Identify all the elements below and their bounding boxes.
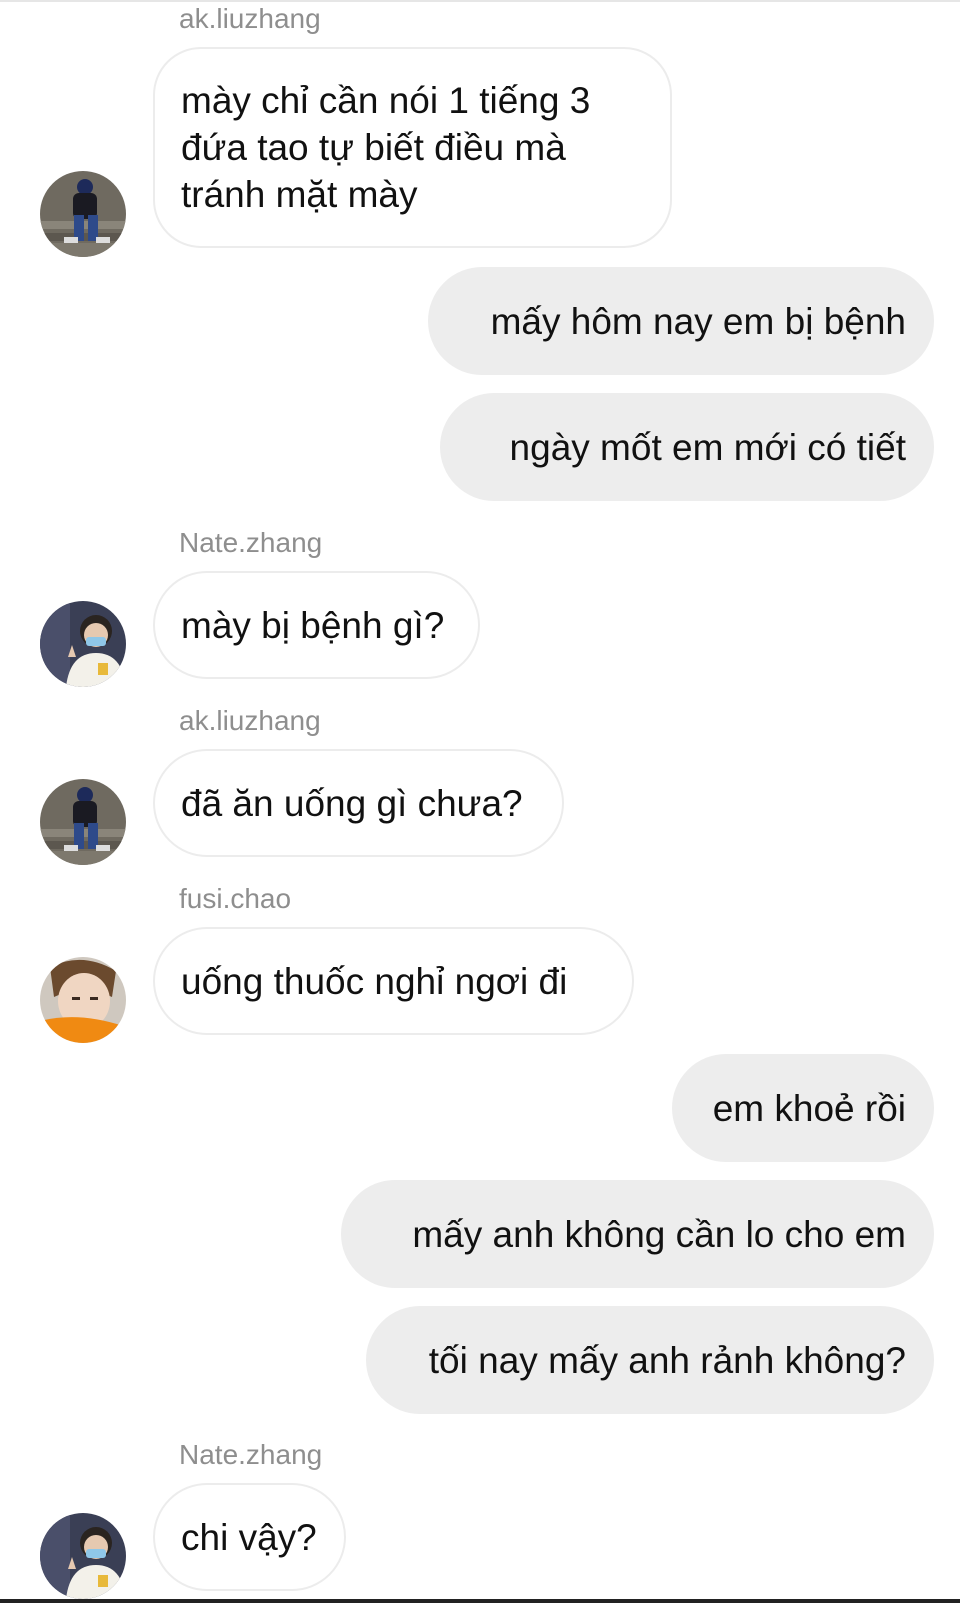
message-text: mày chỉ cần nói 1 tiếng 3 đứa tao tự biế… — [181, 80, 591, 215]
avatar-image — [40, 601, 126, 687]
message-text: mấy anh không cần lo cho em — [412, 1213, 906, 1255]
avatar-image — [40, 957, 126, 1043]
incoming-message-bubble[interactable]: mày bị bệnh gì? — [153, 571, 480, 679]
message-text: uống thuốc nghỉ ngơi đi — [181, 960, 568, 1002]
avatar-image — [40, 779, 126, 865]
bottom-edge — [0, 1599, 960, 1603]
message-text: mày bị bệnh gì? — [181, 604, 445, 646]
incoming-message-bubble[interactable]: chi vậy? — [153, 1483, 346, 1591]
outgoing-message-bubble[interactable]: ngày mốt em mới có tiết — [440, 393, 934, 501]
outgoing-message-bubble[interactable]: tối nay mấy anh rảnh không? — [366, 1306, 934, 1414]
outgoing-message-bubble[interactable]: mấy anh không cần lo cho em — [341, 1180, 934, 1288]
avatar-image — [40, 1513, 126, 1599]
avatar-fusi-chao[interactable] — [40, 957, 126, 1043]
sender-name: fusi.chao — [179, 883, 292, 914]
incoming-message-bubble[interactable]: đã ăn uống gì chưa? — [153, 749, 564, 857]
incoming-message-bubble[interactable]: mày chỉ cần nói 1 tiếng 3 đứa tao tự biế… — [153, 47, 672, 248]
avatar-ak-liuzhang[interactable] — [40, 171, 126, 257]
avatar-nate-zhang[interactable] — [40, 601, 126, 687]
sender-name: ak.liuzhang — [179, 3, 321, 34]
top-divider — [0, 0, 960, 2]
avatar-image — [40, 171, 126, 257]
message-text: chi vậy? — [181, 1516, 317, 1558]
message-text: em khoẻ rồi — [712, 1087, 906, 1129]
sender-name: ak.liuzhang — [179, 705, 321, 736]
sender-name: Nate.zhang — [179, 527, 323, 558]
outgoing-message-bubble[interactable]: em khoẻ rồi — [672, 1054, 934, 1162]
incoming-message-bubble[interactable]: uống thuốc nghỉ ngơi đi — [153, 927, 634, 1035]
message-text: mấy hôm nay em bị bệnh — [490, 300, 906, 342]
avatar-nate-zhang[interactable] — [40, 1513, 126, 1599]
outgoing-message-bubble[interactable]: mấy hôm nay em bị bệnh — [428, 267, 934, 375]
message-text: tối nay mấy anh rảnh không? — [428, 1339, 906, 1381]
message-text: ngày mốt em mới có tiết — [509, 426, 906, 468]
message-text: đã ăn uống gì chưa? — [181, 782, 523, 824]
sender-name: Nate.zhang — [179, 1439, 323, 1470]
avatar-ak-liuzhang[interactable] — [40, 779, 126, 865]
